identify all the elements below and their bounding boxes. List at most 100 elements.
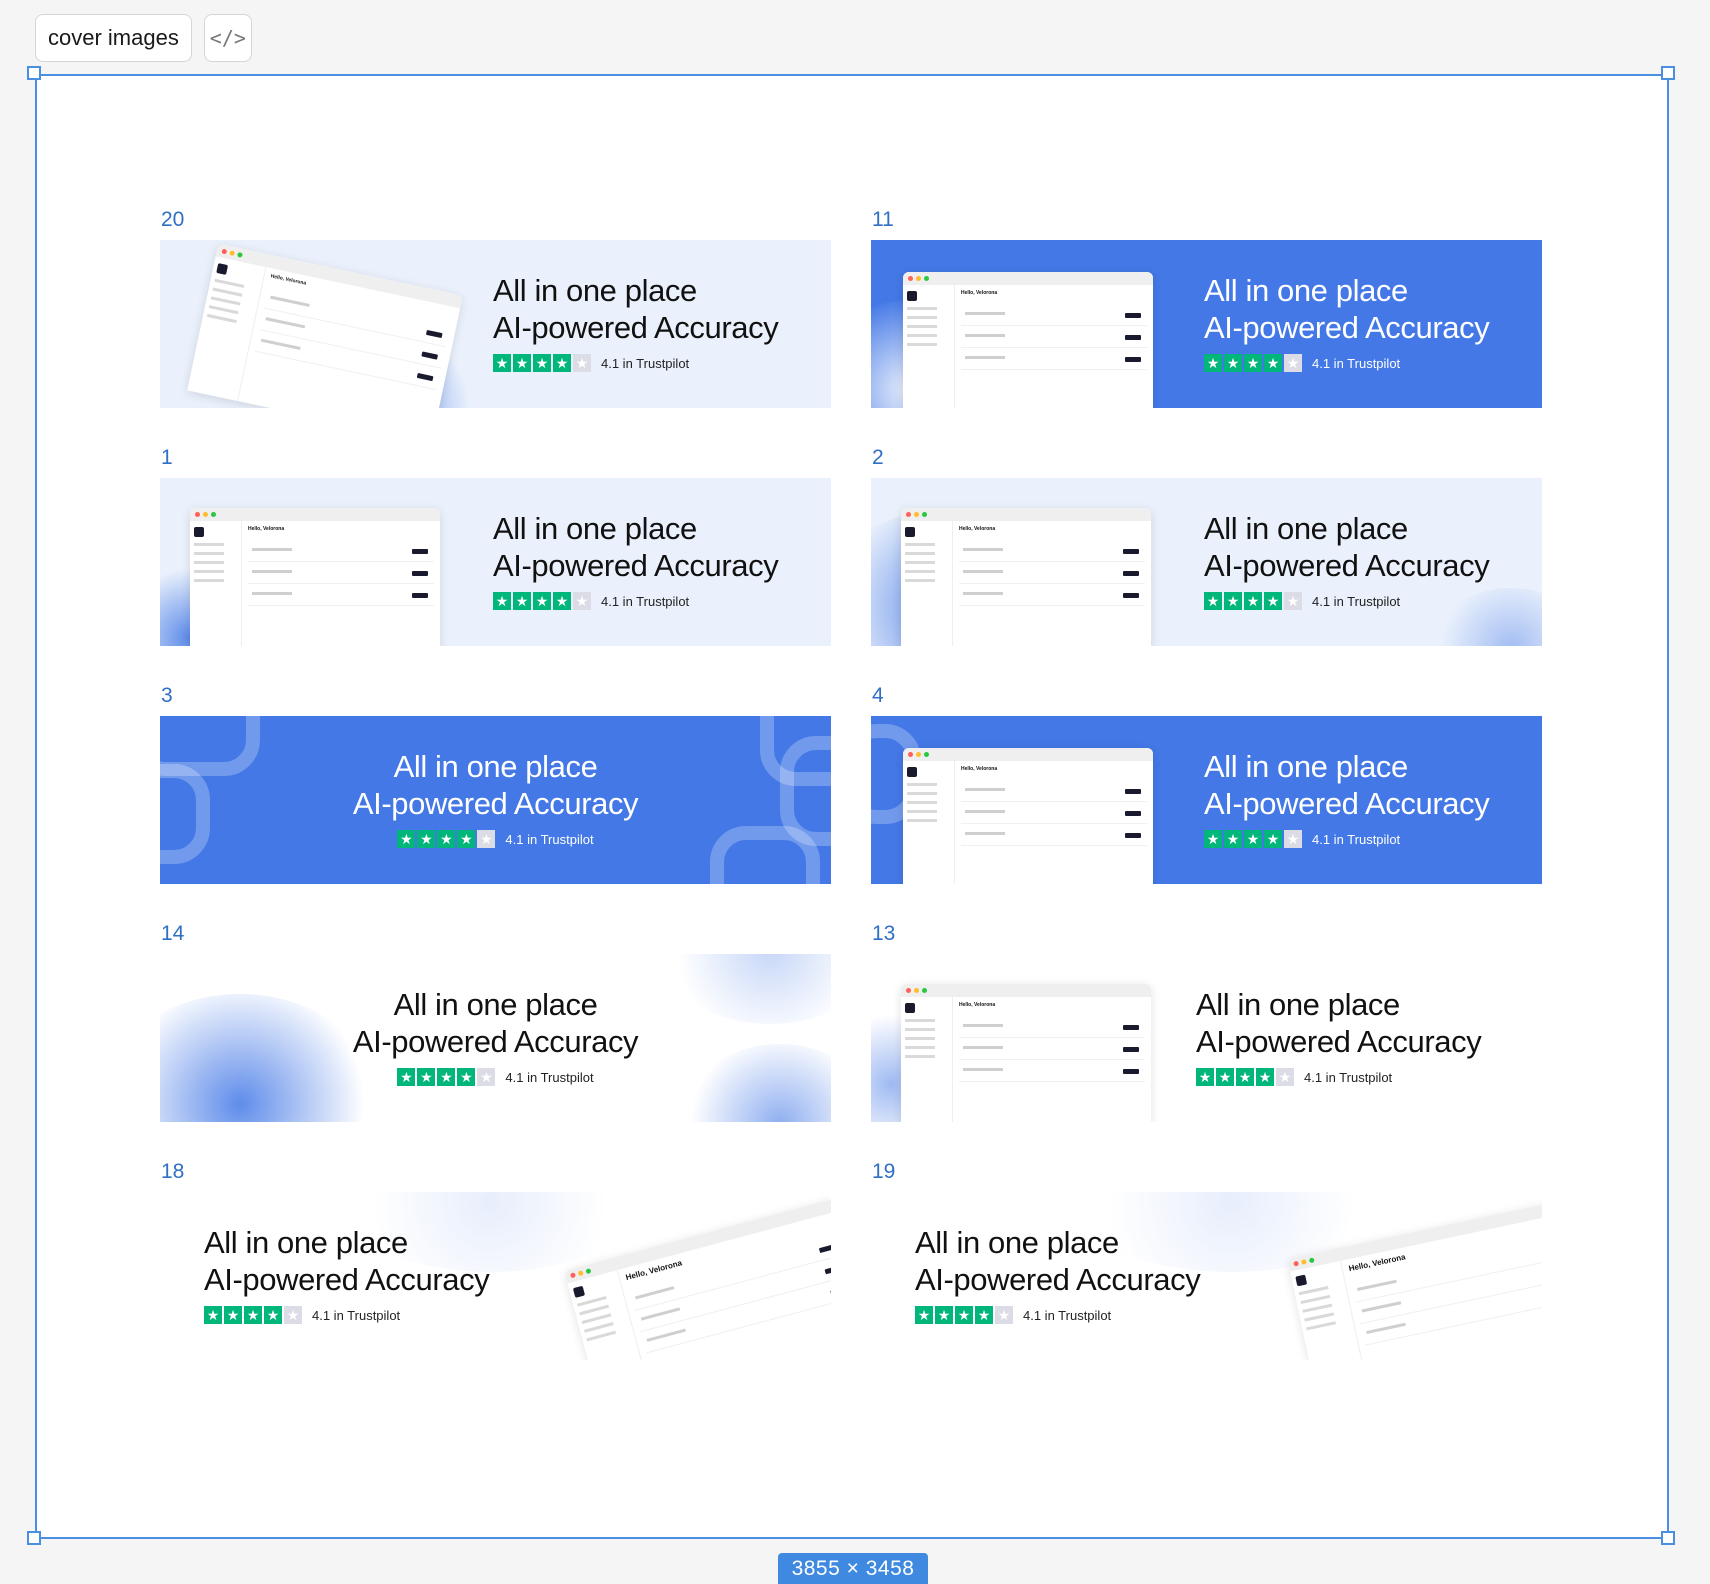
headline-line-1: All in one place [393, 987, 598, 1022]
trustpilot-rating: ★ ★ ★ ★ ★ 4.1 in Trustpilot [160, 1068, 831, 1086]
code-icon[interactable]: </> [203, 14, 252, 62]
frame-toolbar: cover images </> [35, 14, 252, 62]
cover-card-item[interactable]: 2 Hello, Velorona All in one place AI-po… [871, 446, 1542, 646]
rating-stars: ★ ★ ★ ★ ★ [1204, 354, 1302, 372]
rating-text: 4.1 in Trustpilot [601, 593, 690, 609]
star-icon: ★ [553, 592, 571, 610]
trustpilot-rating: ★ ★ ★ ★ ★ 4.1 in Trustpilot [204, 1306, 544, 1324]
cover-card[interactable]: Hello, Velorona All in one place AI-powe… [871, 1192, 1542, 1360]
rating-stars: ★ ★ ★ ★ ★ [493, 592, 591, 610]
rating-stars: ★ ★ ★ ★ ★ [204, 1306, 302, 1324]
cover-copy: All in one place AI-powered Accuracy ★ ★ ★… [915, 1224, 1255, 1324]
cover-card[interactable]: Hello, Velorona All in one place AI-powe… [871, 716, 1542, 884]
resize-handle-top-right[interactable] [1661, 66, 1675, 80]
cover-card[interactable]: All in one place AI-powered Accuracy ★ ★ ★… [160, 954, 831, 1122]
rating-stars: ★ ★ ★ ★ ★ [1204, 592, 1302, 610]
headline-line-1: All in one place [493, 273, 697, 308]
app-window-mock: Hello, Velorona [903, 748, 1153, 884]
cover-number: 1 [161, 446, 173, 469]
headline-line-2: AI-powered Accuracy [1204, 310, 1490, 345]
star-icon: ★ [1204, 354, 1222, 372]
star-icon: ★ [915, 1306, 933, 1324]
headline-line-1: All in one place [1204, 511, 1408, 546]
star-icon: ★ [1236, 1068, 1254, 1086]
cover-card-item[interactable]: 20 Hello, Velorona All in one place AI-p… [160, 208, 831, 408]
resize-handle-bottom-left[interactable] [27, 1531, 41, 1545]
mock-greeting: Hello, Velorona [248, 526, 285, 532]
star-empty-icon: ★ [477, 1068, 496, 1086]
cover-card[interactable]: Hello, Velorona All in one place AI-powe… [160, 478, 831, 646]
headline-line-2: AI-powered Accuracy [915, 1262, 1201, 1297]
star-icon: ★ [513, 354, 531, 372]
trustpilot-rating: ★ ★ ★ ★ ★ 4.1 in Trustpilot [160, 830, 831, 848]
headline-line-2: AI-powered Accuracy [493, 548, 779, 583]
star-icon: ★ [397, 830, 416, 848]
star-icon: ★ [244, 1306, 262, 1324]
cover-card[interactable]: Hello, Velorona All in one place AI-powe… [871, 954, 1542, 1122]
star-icon: ★ [1264, 830, 1282, 848]
star-icon: ★ [493, 354, 511, 372]
star-empty-icon: ★ [1284, 354, 1302, 372]
rating-text: 4.1 in Trustpilot [1312, 355, 1401, 371]
star-icon: ★ [417, 830, 436, 848]
cover-card[interactable]: Hello, Velorona All in one place AI-powe… [871, 240, 1542, 408]
star-icon: ★ [1256, 1068, 1274, 1086]
headline-line-1: All in one place [915, 1225, 1119, 1260]
star-icon: ★ [975, 1306, 993, 1324]
rating-stars: ★ ★ ★ ★ ★ [397, 830, 496, 848]
star-empty-icon: ★ [573, 592, 591, 610]
app-window-mock: Hello, Velorona [901, 984, 1151, 1122]
cover-number: 4 [872, 684, 884, 707]
app-window-mock: Hello, Velorona [187, 243, 463, 408]
cover-card-item[interactable]: 19 Hello, Velorona All in one place AI-p… [871, 1160, 1542, 1360]
headline-line-1: All in one place [1204, 273, 1408, 308]
cover-copy: All in one place AI-powered Accuracy ★ ★ ★… [493, 272, 831, 372]
frame-name-button[interactable]: cover images [35, 14, 192, 62]
rating-text: 4.1 in Trustpilot [601, 355, 690, 371]
cover-card-item[interactable]: 18 Hello, Velorona All in one place AI-p… [160, 1160, 831, 1360]
rating-text: 4.1 in Trustpilot [312, 1307, 401, 1323]
cover-card-item[interactable]: 11 Hello, Velorona All in one place AI-p… [871, 208, 1542, 408]
star-empty-icon: ★ [1284, 592, 1302, 610]
cover-card[interactable]: Hello, Velorona All in one place AI-powe… [160, 1192, 831, 1360]
star-icon: ★ [1224, 592, 1242, 610]
star-icon: ★ [437, 830, 456, 848]
resize-handle-bottom-right[interactable] [1661, 1531, 1675, 1545]
rating-stars: ★ ★ ★ ★ ★ [493, 354, 591, 372]
rating-stars: ★ ★ ★ ★ ★ [915, 1306, 1013, 1324]
app-window-mock: Hello, Velorona [190, 508, 440, 646]
star-icon: ★ [513, 592, 531, 610]
frame-size-badge: 3855 × 3458 [778, 1553, 928, 1584]
rating-stars: ★ ★ ★ ★ ★ [1196, 1068, 1294, 1086]
star-icon: ★ [1264, 592, 1282, 610]
rating-stars: ★ ★ ★ ★ ★ [1204, 830, 1302, 848]
trustpilot-rating: ★ ★ ★ ★ ★ 4.1 in Trustpilot [1204, 592, 1542, 610]
cover-number: 2 [872, 446, 884, 469]
cover-card-item[interactable]: 4 Hello, Velorona All in one place AI-po… [871, 684, 1542, 884]
star-icon: ★ [437, 1068, 456, 1086]
cover-card-item[interactable]: 14 All in one place AI-powered Accuracy … [160, 922, 831, 1122]
star-icon: ★ [1204, 830, 1222, 848]
cover-card-item[interactable]: 13 Hello, Velorona All in one place AI-p… [871, 922, 1542, 1122]
resize-handle-top-left[interactable] [27, 66, 41, 80]
cover-card[interactable]: Hello, Velorona All in one place AI-powe… [871, 478, 1542, 646]
trustpilot-rating: ★ ★ ★ ★ ★ 4.1 in Trustpilot [1204, 830, 1542, 848]
cover-copy: All in one place AI-powered Accuracy ★ ★ ★… [204, 1224, 544, 1324]
cover-card[interactable]: Hello, Velorona All in one place AI-powe… [160, 240, 831, 408]
cover-card-item[interactable]: 1 Hello, Velorona All in one place AI-po… [160, 446, 831, 646]
star-icon: ★ [1216, 1068, 1234, 1086]
cover-card-item[interactable]: 3 All in one place AI-powered Accuracy ★… [160, 684, 831, 884]
cover-copy: All in one place AI-powered Accuracy ★ ★ ★… [160, 748, 831, 848]
cover-copy: All in one place AI-powered Accuracy ★ ★ ★… [1204, 748, 1542, 848]
star-icon: ★ [533, 354, 551, 372]
trustpilot-rating: ★ ★ ★ ★ ★ 4.1 in Trustpilot [493, 592, 831, 610]
mock-greeting: Hello, Velorona [961, 290, 998, 296]
headline-line-2: AI-powered Accuracy [352, 1024, 639, 1059]
mock-greeting: Hello, Velorona [961, 766, 998, 772]
headline-line-1: All in one place [1204, 749, 1408, 784]
cover-card[interactable]: All in one place AI-powered Accuracy ★ ★ ★… [160, 716, 831, 884]
cover-number: 3 [161, 684, 173, 707]
headline-line-1: All in one place [393, 749, 598, 784]
trustpilot-rating: ★ ★ ★ ★ ★ 4.1 in Trustpilot [1204, 354, 1542, 372]
star-icon: ★ [553, 354, 571, 372]
